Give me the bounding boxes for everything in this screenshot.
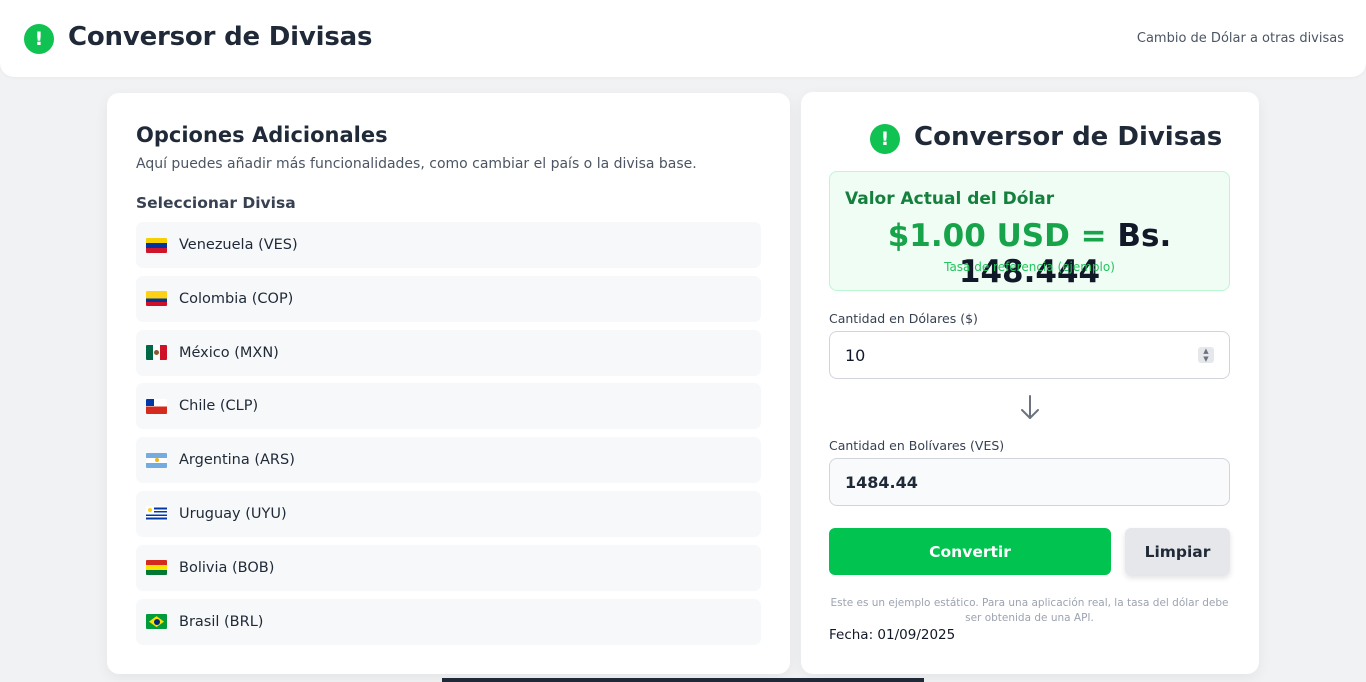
currency-item-bolivia[interactable]: Bolivia (BOB) [136,544,761,591]
options-title: Opciones Adicionales [136,123,388,147]
currency-label: Chile (CLP) [179,398,259,415]
colombia-flag-icon [146,291,167,307]
currency-label: México (MXN) [179,344,279,361]
currency-label: Venezuela (VES) [179,237,298,253]
currency-label: Uruguay (UYU) [179,505,287,522]
app-subtitle: Cambio de Dólar a otras divisas [1136,31,1344,46]
disclaimer-text: Este es un ejemplo estático. Para una ap… [830,597,1229,624]
ves-amount-label: Cantidad en Bolívares (VES) [829,438,1005,453]
currency-list: Venezuela (VES) Colombia (COP) México (M… [136,222,761,652]
currency-item-brasil[interactable]: Brasil (BRL) [136,598,761,645]
rate-line: $1.00 USD = Bs. 148.444 [830,218,1229,290]
currency-label: Colombia (COP) [179,290,294,307]
currency-item-mexico[interactable]: México (MXN) [136,329,761,376]
converter-title: Conversor de Divisas [914,122,1223,152]
usd-amount-input[interactable] [829,331,1230,379]
bolivia-flag-icon [146,560,167,576]
options-card: Opciones Adicionales Aquí puedes añadir … [107,93,790,674]
mexico-flag-icon [146,345,167,361]
currency-label: Bolivia (BOB) [179,559,275,576]
venezuela-flag-icon [146,237,167,253]
current-rate-box: Valor Actual del Dólar $1.00 USD = Bs. 1… [829,171,1230,291]
currency-label: Brasil (BRL) [179,613,264,630]
chile-flag-icon [146,398,167,414]
options-description: Aquí puedes añadir más funcionalidades, … [136,156,697,172]
currency-item-colombia[interactable]: Colombia (COP) [136,275,761,322]
currency-item-chile[interactable]: Chile (CLP) [136,383,761,430]
rate-usd: $1.00 USD = [887,218,1107,254]
usd-amount-label: Cantidad en Dólares ($) [829,311,978,326]
exclamation-circle-icon: ! [870,124,900,154]
converter-card: ! Conversor de Divisas Valor Actual del … [801,92,1259,674]
uruguay-flag-icon [146,506,167,522]
currency-item-argentina[interactable]: Argentina (ARS) [136,437,761,484]
ves-amount-output: 1484.44 [829,458,1230,506]
number-stepper-icon[interactable]: ▲ ▼ [1198,347,1214,363]
clear-button[interactable]: Limpiar [1125,528,1230,575]
rate-note: Tasa de referencia (ejemplo) [944,260,1115,274]
argentina-flag-icon [146,452,167,468]
convert-button[interactable]: Convertir [829,528,1111,575]
bottom-scrollbar [442,678,924,682]
exclamation-circle-icon: ! [24,24,54,54]
app-header: ! Conversor de Divisas Cambio de Dólar a… [0,0,1366,77]
brasil-flag-icon [146,614,167,630]
arrow-down-icon [1021,395,1039,419]
date-text: Fecha: 01/09/2025 [829,627,956,643]
currency-label: Argentina (ARS) [179,452,295,469]
select-currency-label: Seleccionar Divisa [136,194,296,212]
rate-heading: Valor Actual del Dólar [845,189,1055,209]
currency-item-uruguay[interactable]: Uruguay (UYU) [136,490,761,537]
app-title: Conversor de Divisas [68,22,373,52]
currency-item-venezuela[interactable]: Venezuela (VES) [136,222,761,268]
